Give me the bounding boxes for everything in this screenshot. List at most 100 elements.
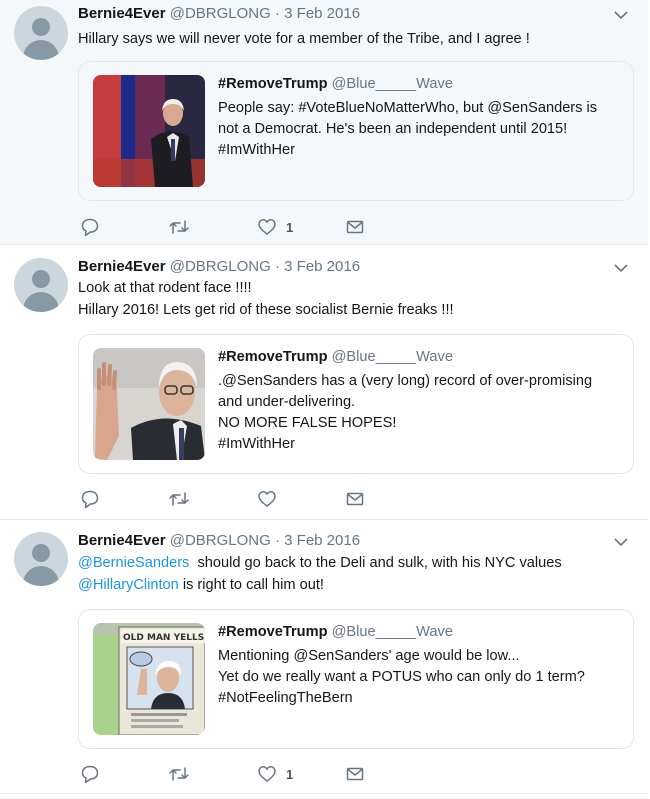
tweet-text-line: Look at that rodent face !!!! xyxy=(78,280,252,296)
like-count: 1 xyxy=(286,766,294,782)
tweet-date[interactable]: 3 Feb 2016 xyxy=(284,258,360,275)
quoted-text-line: #ImWithHer xyxy=(218,142,296,158)
quoted-tweet-header: #RemoveTrump @Blue_____Wave xyxy=(218,349,453,365)
reply-button[interactable] xyxy=(80,489,100,509)
quoted-tweet[interactable]: OLD MAN YELLS AT CL #RemoveTrump @Blue__… xyxy=(78,609,634,749)
quoted-tweet-text: People say: #VoteBlueNoMatterWho, but @S… xyxy=(218,98,597,161)
like-button[interactable] xyxy=(257,489,286,509)
quoted-text-line: .@SenSanders has a (very long) record of… xyxy=(218,373,593,389)
old-man-yells-at-cloud-cartoon: OLD MAN YELLS AT CL xyxy=(93,623,205,735)
quoted-author-name: #RemoveTrump xyxy=(218,349,328,365)
reply-button[interactable] xyxy=(80,764,100,784)
quoted-tweet-text: Mentioning @SenSanders' age would be low… xyxy=(218,646,585,709)
quoted-text-line: #ImWithHer xyxy=(218,436,296,452)
heart-icon xyxy=(258,491,276,507)
svg-text:OLD MAN YELLS AT CL: OLD MAN YELLS AT CL xyxy=(123,633,205,643)
quoted-text-line: Mentioning @SenSanders' age would be low… xyxy=(218,648,520,664)
tweet-date[interactable]: 3 Feb 2016 xyxy=(284,532,360,549)
tweet-card[interactable]: Bernie4Ever @DBRGLONG · 3 Feb 2016 Hilla… xyxy=(0,0,648,245)
like-count: 1 xyxy=(286,219,294,235)
quoted-author-handle: @Blue_____Wave xyxy=(331,76,453,92)
quoted-author-name: #RemoveTrump xyxy=(218,76,328,92)
avatar-body xyxy=(23,292,59,312)
author-handle[interactable]: @DBRGLONG xyxy=(170,532,271,549)
quoted-tweet-header: #RemoveTrump @Blue_____Wave xyxy=(218,76,453,92)
bernie-waving-photo xyxy=(93,348,205,460)
tweet-card[interactable]: Bernie4Ever @DBRGLONG · 3 Feb 2016 Look … xyxy=(0,245,648,520)
separator: · xyxy=(274,532,280,549)
avatar-head xyxy=(32,18,50,36)
tweet-header: Bernie4Ever @DBRGLONG · 3 Feb 2016 xyxy=(78,532,360,549)
tweet-text: Hillary says we will never vote for a me… xyxy=(78,28,530,50)
bernie-on-debate-stage-photo xyxy=(93,75,205,187)
avatar[interactable] xyxy=(14,6,68,60)
quoted-tweet-text: .@SenSanders has a (very long) record of… xyxy=(218,371,592,455)
heart-icon xyxy=(258,766,276,782)
quoted-text-line: Yet do we really want a POTUS who can on… xyxy=(218,669,585,685)
retweet-button[interactable] xyxy=(168,217,190,237)
quoted-tweet-image[interactable] xyxy=(93,348,205,460)
retweet-button[interactable] xyxy=(168,764,190,784)
mention-link[interactable]: @BernieSanders xyxy=(78,555,189,571)
avatar-head xyxy=(32,270,50,288)
avatar-body xyxy=(23,40,59,60)
quoted-tweet-image[interactable]: OLD MAN YELLS AT CL xyxy=(93,623,205,735)
tweet-actions: 1 xyxy=(78,764,378,786)
timeline: Bernie4Ever @DBRGLONG · 3 Feb 2016 Hilla… xyxy=(0,0,650,799)
quoted-text-line: not a Democrat. He's been an independent… xyxy=(218,121,568,137)
envelope-icon xyxy=(346,492,364,506)
avatar-body xyxy=(23,566,59,586)
reply-icon xyxy=(81,765,99,784)
envelope-icon xyxy=(346,220,364,234)
tweet-text-line: Hillary says we will never vote for a me… xyxy=(78,31,530,47)
like-button[interactable]: 1 xyxy=(257,764,293,784)
like-button[interactable]: 1 xyxy=(257,217,293,237)
tweet-header: Bernie4Ever @DBRGLONG · 3 Feb 2016 xyxy=(78,258,360,275)
author-handle[interactable]: @DBRGLONG xyxy=(170,258,271,275)
direct-message-button[interactable] xyxy=(345,217,365,237)
mention-link[interactable]: @HillaryClinton xyxy=(78,577,179,593)
tweet-date[interactable]: 3 Feb 2016 xyxy=(284,5,360,22)
avatar[interactable] xyxy=(14,532,68,586)
direct-message-button[interactable] xyxy=(345,764,365,784)
envelope-icon xyxy=(346,767,364,781)
reply-icon xyxy=(81,490,99,509)
separator: · xyxy=(274,5,280,22)
tweet-card[interactable]: Bernie4Ever @DBRGLONG · 3 Feb 2016 @Bern… xyxy=(0,520,648,794)
avatar-head xyxy=(32,544,50,562)
retweet-button[interactable] xyxy=(168,489,190,509)
tweet-text: @BernieSanders should go back to the Del… xyxy=(78,552,562,596)
direct-message-button[interactable] xyxy=(345,489,365,509)
quoted-text-line: #NotFeelingTheBern xyxy=(218,690,353,706)
quoted-tweet[interactable]: #RemoveTrump @Blue_____Wave People say: … xyxy=(78,61,634,201)
quoted-author-handle: @Blue_____Wave xyxy=(331,349,453,365)
avatar[interactable] xyxy=(14,258,68,312)
author-name[interactable]: Bernie4Ever xyxy=(78,532,166,549)
tweet-text-segment: is right to call him out! xyxy=(178,577,324,593)
quoted-tweet-image[interactable] xyxy=(93,75,205,187)
quoted-text-line: NO MORE FALSE HOPES! xyxy=(218,415,397,431)
author-name[interactable]: Bernie4Ever xyxy=(78,258,166,275)
tweet-header: Bernie4Ever @DBRGLONG · 3 Feb 2016 xyxy=(78,5,360,22)
quoted-text-line: People say: #VoteBlueNoMatterWho, but @S… xyxy=(218,100,598,116)
author-name[interactable]: Bernie4Ever xyxy=(78,5,166,22)
tweet-text: Look at that rodent face !!!! Hillary 20… xyxy=(78,277,454,321)
tweet-actions: 1 xyxy=(78,217,378,239)
retweet-icon xyxy=(169,220,189,234)
quoted-tweet[interactable]: #RemoveTrump @Blue_____Wave .@SenSanders… xyxy=(78,334,634,474)
heart-icon xyxy=(258,219,276,235)
tweet-text-line: Hillary 2016! Lets get rid of these soci… xyxy=(78,302,454,318)
retweet-icon xyxy=(169,767,189,781)
chevron-down-icon[interactable] xyxy=(614,10,628,20)
author-handle[interactable]: @DBRGLONG xyxy=(170,5,271,22)
quoted-author-name: #RemoveTrump xyxy=(218,624,328,640)
chevron-down-icon[interactable] xyxy=(614,537,628,547)
reply-button[interactable] xyxy=(80,217,100,237)
chevron-down-icon[interactable] xyxy=(614,263,628,273)
quoted-tweet-header: #RemoveTrump @Blue_____Wave xyxy=(218,624,453,640)
quoted-author-handle: @Blue_____Wave xyxy=(331,624,453,640)
retweet-icon xyxy=(169,492,189,506)
separator: · xyxy=(274,258,280,275)
tweet-actions xyxy=(78,489,378,511)
reply-icon xyxy=(81,218,99,237)
